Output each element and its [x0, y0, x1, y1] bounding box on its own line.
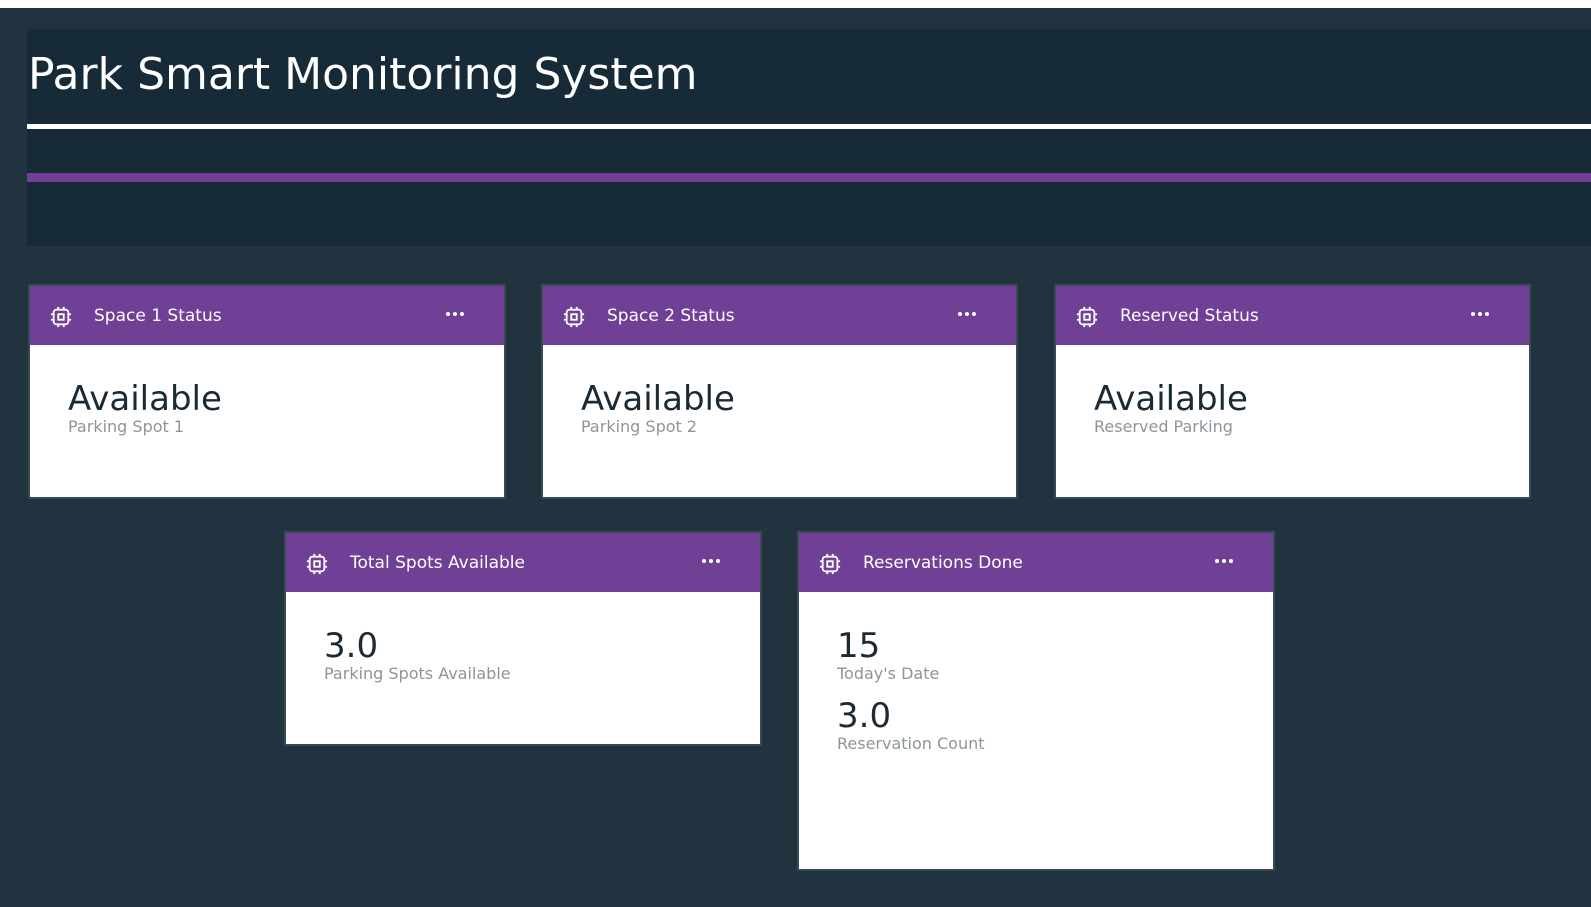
card-header: Total Spots Available [286, 533, 760, 592]
chip-icon [819, 553, 841, 575]
metric-label: Parking Spot 1 [68, 417, 185, 436]
card-header: Space 1 Status [30, 286, 504, 345]
chip-icon [50, 306, 72, 328]
metric: Available Parking Spot 1 [68, 380, 222, 436]
title-divider [27, 124, 1591, 129]
metric-label: Reservation Count [837, 734, 985, 753]
metric-value: Available [68, 379, 222, 419]
metric-label: Today's Date [837, 664, 940, 683]
chip-icon [563, 306, 585, 328]
card-total-spots-available: Total Spots Available 3.0 Parking Spots … [284, 531, 762, 746]
metric: Available Parking Spot 2 [581, 380, 735, 436]
metric-label: Reserved Parking [1094, 417, 1233, 436]
metric-label: Parking Spot 2 [581, 417, 698, 436]
more-options-icon[interactable] [1465, 296, 1495, 332]
card-title: Total Spots Available [350, 553, 525, 573]
more-options-icon[interactable] [696, 543, 726, 579]
metric: 15 Today's Date [837, 627, 939, 683]
card-reserved-status: Reserved Status Available Reserved Parki… [1054, 284, 1531, 499]
chip-icon [1076, 306, 1098, 328]
more-options-icon[interactable] [440, 296, 470, 332]
card-space-1-status: Space 1 Status Available Parking Spot 1 [28, 284, 506, 499]
card-reservations-done: Reservations Done 15 Today's Date 3.0 Re… [797, 531, 1275, 871]
metric: Available Reserved Parking [1094, 380, 1248, 436]
card-title: Space 1 Status [94, 306, 222, 326]
card-title: Space 2 Status [607, 306, 735, 326]
metric-value: 3.0 [837, 696, 892, 736]
card-header: Space 2 Status [543, 286, 1016, 345]
chip-icon [306, 553, 328, 575]
more-options-icon[interactable] [1209, 543, 1239, 579]
metric-label: Parking Spots Available [324, 664, 511, 683]
metric-value: Available [581, 379, 735, 419]
page-title: Park Smart Monitoring System [28, 49, 698, 100]
metric-value: Available [1094, 379, 1248, 419]
card-space-2-status: Space 2 Status Available Parking Spot 2 [541, 284, 1018, 499]
card-header: Reservations Done [799, 533, 1273, 592]
card-title: Reserved Status [1120, 306, 1259, 326]
metric-value: 3.0 [324, 626, 379, 666]
more-options-icon[interactable] [952, 296, 982, 332]
card-header: Reserved Status [1056, 286, 1529, 345]
card-title: Reservations Done [863, 553, 1023, 573]
metric-value: 15 [837, 626, 881, 666]
metric: 3.0 Parking Spots Available [324, 627, 511, 683]
metric: 3.0 Reservation Count [837, 697, 985, 753]
accent-divider [27, 173, 1591, 182]
